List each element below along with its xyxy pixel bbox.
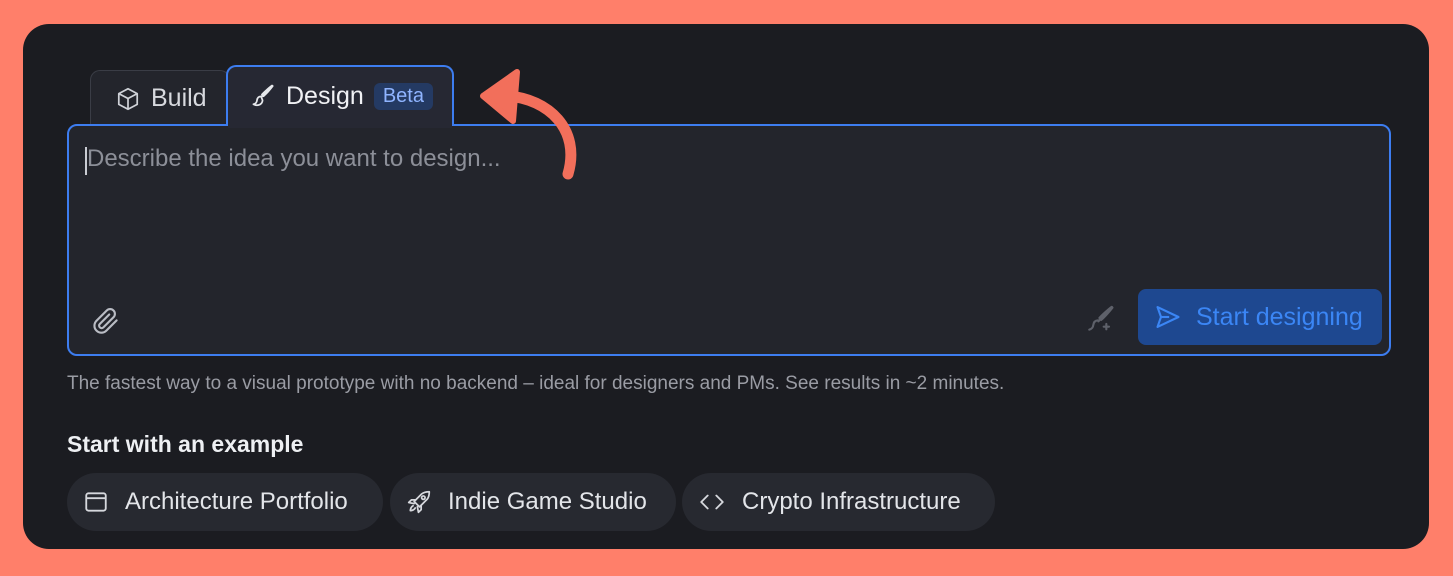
cube-icon: [115, 86, 141, 112]
prompt-box: Start designing: [67, 124, 1391, 356]
design-panel: Build Design Beta Describe the idea you …: [23, 24, 1429, 549]
prompt-input[interactable]: [85, 144, 1189, 174]
annotation-arrow: [480, 69, 577, 180]
beta-badge: Beta: [373, 82, 433, 110]
tab-design-label: Design: [286, 81, 364, 110]
brush-icon: [250, 83, 276, 109]
tab-build-label: Build: [151, 84, 207, 112]
tab-design[interactable]: Design Beta: [226, 65, 454, 128]
example-chip-label: Crypto Infrastructure: [742, 488, 961, 515]
code-brackets-icon: [698, 489, 726, 515]
magic-wand-icon[interactable]: [1085, 304, 1117, 336]
start-designing-label: Start designing: [1196, 302, 1363, 331]
hint-text: The fastest way to a visual prototype wi…: [67, 373, 1005, 394]
example-chip-architecture-portfolio[interactable]: Architecture Portfolio: [67, 473, 383, 531]
examples-heading: Start with an example: [67, 431, 304, 457]
example-chip-indie-game-studio[interactable]: Indie Game Studio: [390, 473, 676, 531]
rocket-icon: [406, 489, 432, 515]
example-chip-label: Indie Game Studio: [448, 488, 647, 515]
paperclip-icon[interactable]: [91, 306, 121, 336]
text-caret: [85, 147, 87, 175]
browser-window-icon: [83, 489, 109, 515]
example-chip-label: Architecture Portfolio: [125, 488, 348, 515]
tab-build[interactable]: Build: [90, 70, 230, 126]
example-chip-crypto-infrastructure[interactable]: Crypto Infrastructure: [682, 473, 995, 531]
start-designing-button[interactable]: Start designing: [1138, 289, 1382, 345]
send-icon: [1154, 303, 1182, 331]
